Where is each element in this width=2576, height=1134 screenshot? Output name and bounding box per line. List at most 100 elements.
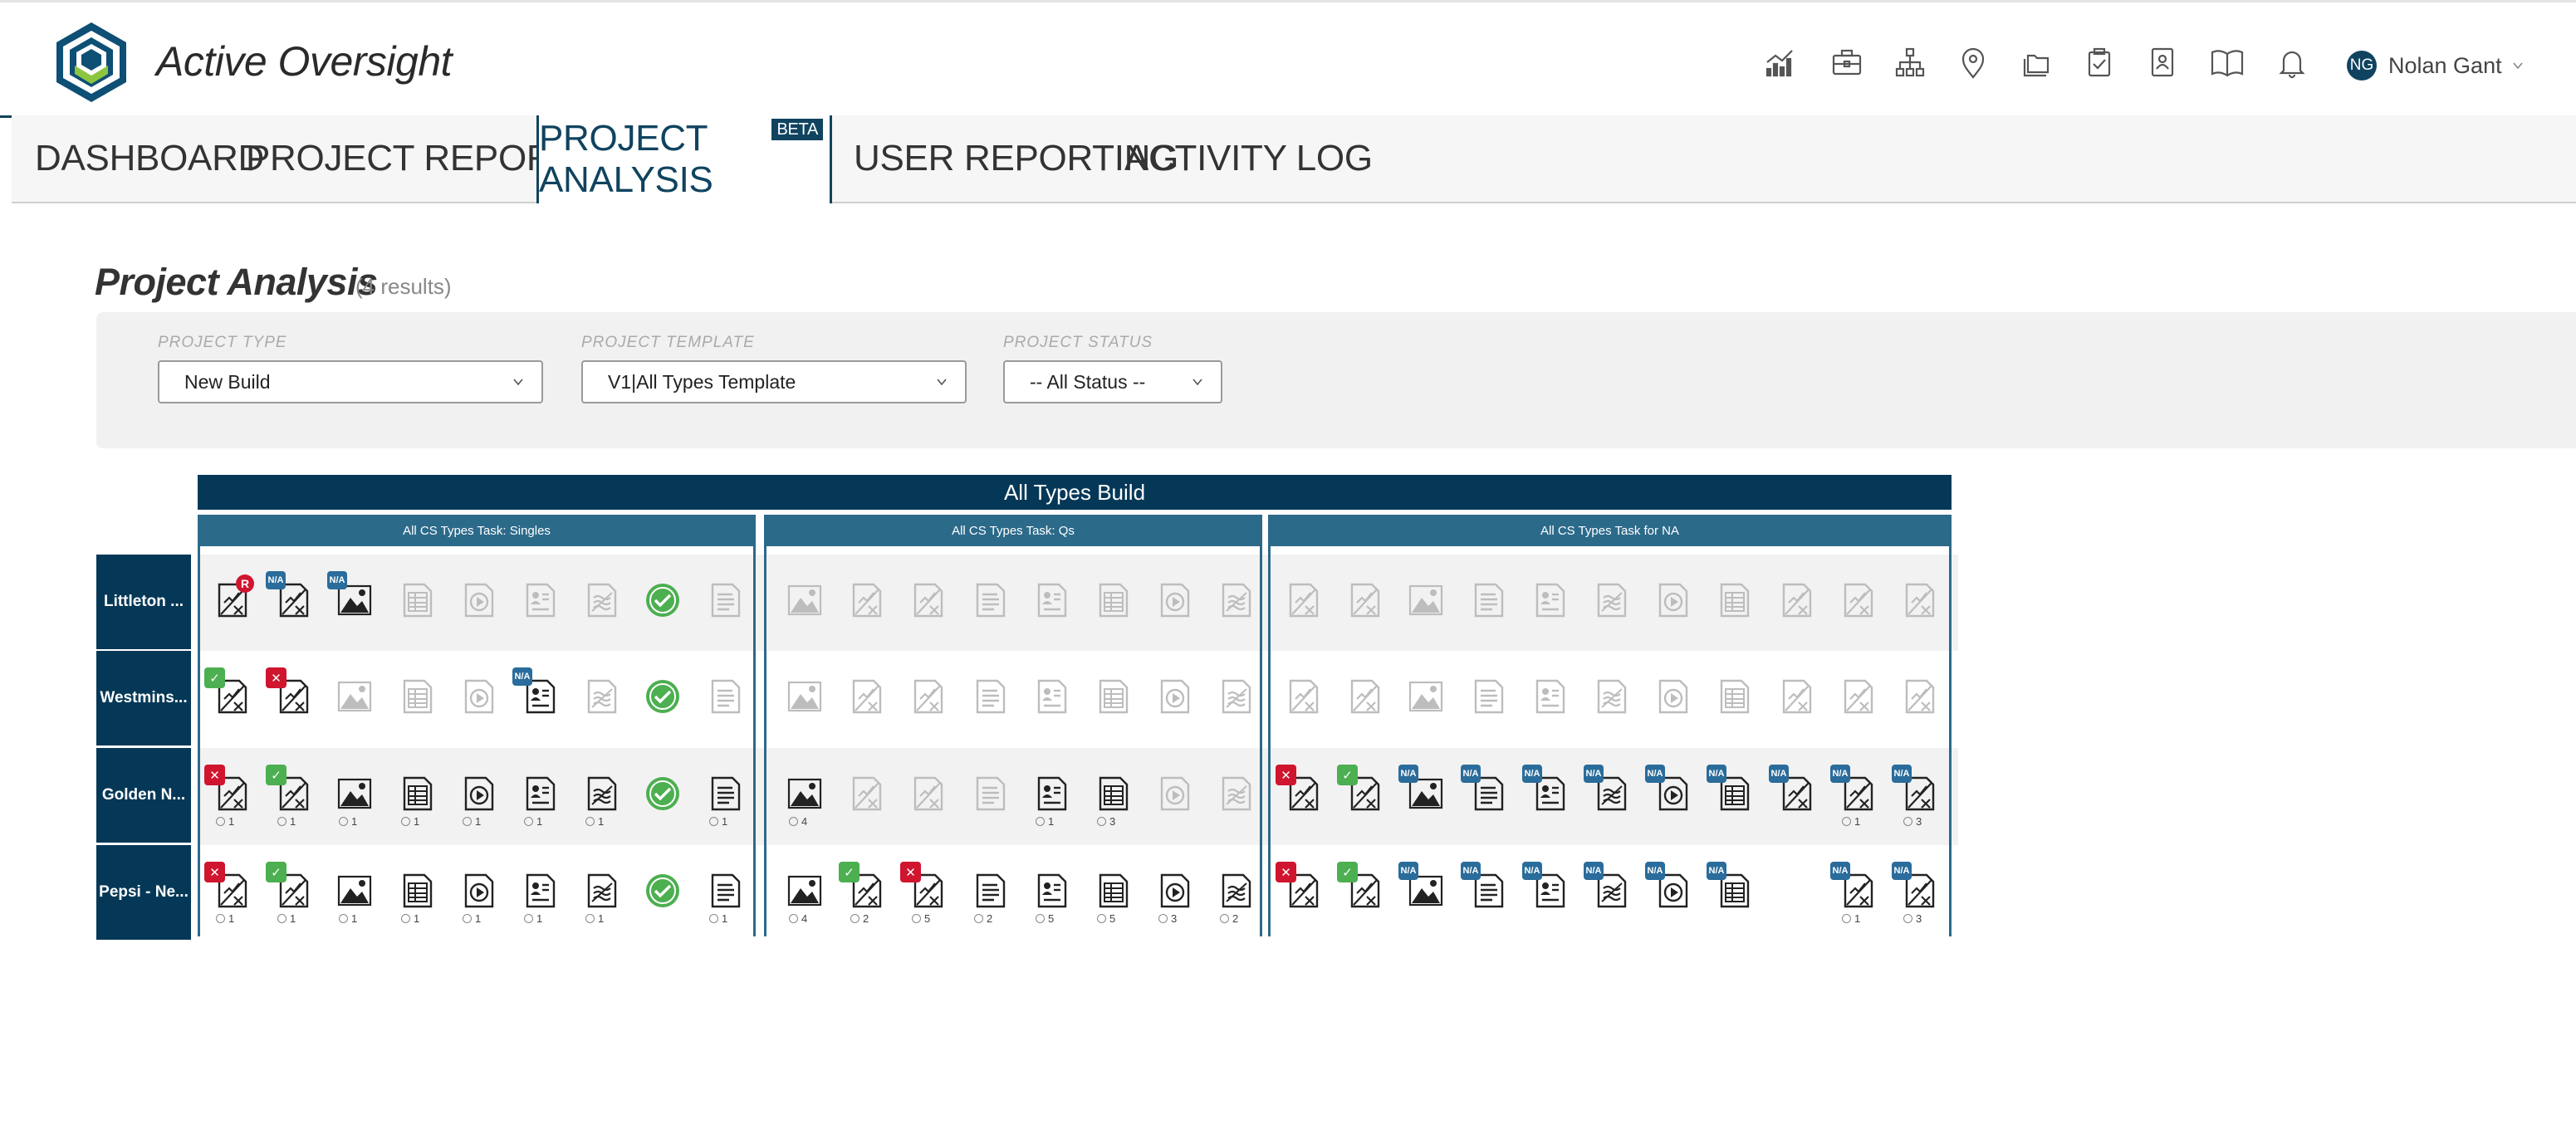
signature-doc-icon[interactable]: [1777, 581, 1815, 619]
video-doc-icon[interactable]: [459, 677, 497, 716]
table-doc-icon[interactable]: [1094, 775, 1132, 813]
image-icon[interactable]: [1407, 581, 1445, 619]
text-doc-icon[interactable]: [706, 775, 744, 813]
signature-doc-icon[interactable]: [1839, 581, 1877, 619]
profile-doc-icon[interactable]: [1032, 677, 1070, 716]
profile-doc-icon[interactable]: [1032, 581, 1070, 619]
row-label[interactable]: Pepsi - Ne...: [96, 845, 191, 940]
image-icon[interactable]: [335, 872, 374, 910]
signature-doc-icon[interactable]: [1777, 677, 1815, 716]
section-header: All CS Types Task: Singles: [198, 515, 756, 546]
table-doc-icon[interactable]: [398, 775, 436, 813]
user-menu[interactable]: NG Nolan Gant: [2347, 49, 2524, 82]
video-doc-icon[interactable]: [1155, 775, 1193, 813]
video-doc-icon[interactable]: [459, 872, 497, 910]
layers-doc-icon[interactable]: [582, 581, 620, 619]
profile-doc-icon[interactable]: [521, 872, 559, 910]
signature-doc-icon[interactable]: [1900, 581, 1938, 619]
profile-doc-icon[interactable]: [521, 775, 559, 813]
signature-doc-icon[interactable]: [1345, 677, 1383, 716]
tab-project-analysis[interactable]: PROJECT ANALYSIS BETA: [536, 115, 832, 203]
project-status-select[interactable]: -- All Status --: [1003, 360, 1222, 403]
org-chart-icon[interactable]: [1892, 44, 1928, 81]
signature-doc-icon[interactable]: [847, 581, 885, 619]
table-doc-icon[interactable]: [1715, 581, 1753, 619]
layers-doc-icon[interactable]: [1217, 677, 1255, 716]
profile-doc-icon[interactable]: [521, 581, 559, 619]
text-doc-icon[interactable]: [706, 677, 744, 716]
row-label[interactable]: Golden N...: [96, 748, 191, 843]
video-doc-icon[interactable]: [1155, 872, 1193, 910]
table-doc-icon[interactable]: [1094, 677, 1132, 716]
map-pin-icon[interactable]: [1955, 44, 1991, 81]
folders-icon[interactable]: [2020, 44, 2056, 81]
video-doc-icon[interactable]: [459, 775, 497, 813]
image-icon[interactable]: [335, 775, 374, 813]
brand-logo-icon[interactable]: [51, 19, 131, 105]
row-label[interactable]: Littleton ...: [96, 555, 191, 649]
book-open-icon[interactable]: [2209, 44, 2245, 81]
table-doc-icon[interactable]: [1715, 677, 1753, 716]
signature-doc-icon[interactable]: [908, 581, 947, 619]
briefcase-icon[interactable]: [1829, 44, 1865, 81]
check-circle-icon[interactable]: [644, 872, 682, 910]
image-icon[interactable]: [1407, 677, 1445, 716]
chart-line-icon[interactable]: [1761, 44, 1797, 81]
layers-doc-icon[interactable]: [1217, 581, 1255, 619]
layers-doc-icon[interactable]: [582, 872, 620, 910]
image-icon[interactable]: [786, 872, 824, 910]
signature-doc-icon[interactable]: [847, 775, 885, 813]
table-doc-icon[interactable]: [398, 677, 436, 716]
tab-dashboard[interactable]: DASHBOARD: [35, 115, 264, 202]
project-template-select[interactable]: V1|All Types Template: [581, 360, 967, 403]
layers-doc-icon[interactable]: [1592, 677, 1630, 716]
video-doc-icon[interactable]: [1653, 677, 1692, 716]
table-doc-icon[interactable]: [398, 872, 436, 910]
text-doc-icon[interactable]: [1469, 677, 1507, 716]
layers-doc-icon[interactable]: [1217, 872, 1255, 910]
video-doc-icon[interactable]: [1155, 677, 1193, 716]
profile-doc-icon[interactable]: [1530, 677, 1569, 716]
table-doc-icon[interactable]: [1094, 872, 1132, 910]
signature-doc-icon[interactable]: [908, 775, 947, 813]
signature-doc-icon[interactable]: [1284, 677, 1322, 716]
text-doc-icon[interactable]: [971, 872, 1009, 910]
profile-doc-icon[interactable]: [1032, 775, 1070, 813]
image-icon[interactable]: [786, 581, 824, 619]
table-doc-icon[interactable]: [1094, 581, 1132, 619]
check-circle-icon[interactable]: [644, 677, 682, 716]
video-doc-icon[interactable]: [459, 581, 497, 619]
bell-icon[interactable]: [2274, 44, 2310, 81]
signature-doc-icon[interactable]: [1284, 581, 1322, 619]
signature-doc-icon[interactable]: [847, 677, 885, 716]
contact-book-icon[interactable]: [2144, 44, 2181, 81]
video-doc-icon[interactable]: [1155, 581, 1193, 619]
layers-doc-icon[interactable]: [1592, 581, 1630, 619]
text-doc-icon[interactable]: [971, 581, 1009, 619]
table-doc-icon[interactable]: [398, 581, 436, 619]
profile-doc-icon[interactable]: [1530, 581, 1569, 619]
check-circle-icon[interactable]: [644, 581, 682, 619]
profile-doc-icon[interactable]: [1032, 872, 1070, 910]
text-doc-icon[interactable]: [706, 872, 744, 910]
signature-doc-icon[interactable]: [1839, 677, 1877, 716]
image-icon[interactable]: [786, 775, 824, 813]
image-icon[interactable]: [335, 677, 374, 716]
signature-doc-icon[interactable]: [1345, 581, 1383, 619]
text-doc-icon[interactable]: [971, 677, 1009, 716]
layers-doc-icon[interactable]: [582, 677, 620, 716]
layers-doc-icon[interactable]: [582, 775, 620, 813]
check-circle-icon[interactable]: [644, 775, 682, 813]
row-label[interactable]: Westmins...: [96, 651, 191, 745]
project-type-select[interactable]: New Build: [158, 360, 543, 403]
text-doc-icon[interactable]: [1469, 581, 1507, 619]
signature-doc-icon[interactable]: [1900, 677, 1938, 716]
tab-activity-log[interactable]: ACTIVITY LOG: [1124, 115, 1373, 202]
video-doc-icon[interactable]: [1653, 581, 1692, 619]
layers-doc-icon[interactable]: [1217, 775, 1255, 813]
signature-doc-icon[interactable]: [908, 677, 947, 716]
clipboard-check-icon[interactable]: [2081, 44, 2118, 81]
text-doc-icon[interactable]: [706, 581, 744, 619]
text-doc-icon[interactable]: [971, 775, 1009, 813]
image-icon[interactable]: [786, 677, 824, 716]
